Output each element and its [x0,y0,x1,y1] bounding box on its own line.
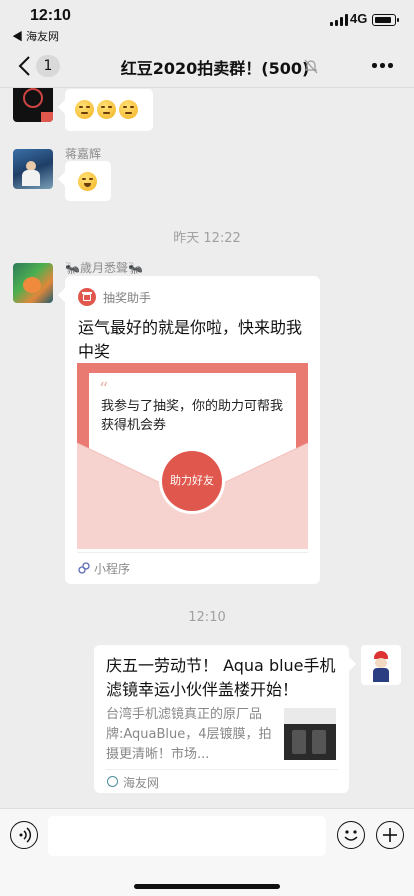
message-timestamp: 12:10 [188,610,226,625]
back-to-app-link[interactable]: ◀ 海友网 [12,28,59,44]
sleepy-face-icon [75,100,94,119]
unread-count-badge[interactable]: 1 [36,55,60,77]
status-bar: 12:10 ◀ 海友网 4G [0,0,414,44]
emoji-picker-icon[interactable] [337,821,365,849]
mini-program-icon [78,562,90,574]
chat-input-bar [0,808,414,896]
mute-bell-icon [304,59,318,74]
sender-name: 🐜歲月悉聲🐜 [65,261,143,275]
mini-program-text: 运气最好的就是你啦，快来助我中奖 [78,318,303,361]
emoji-message-bubble[interactable] [65,161,111,201]
network-type: 4G [350,11,368,26]
back-arrow-icon[interactable] [14,54,38,78]
message-input[interactable] [48,816,326,856]
link-source: 海友网 [123,776,160,790]
laughing-tears-icon [78,172,97,191]
status-time: 12:10 [30,7,71,24]
avatar[interactable] [13,263,53,303]
divider [77,552,308,553]
sleepy-face-icon [97,100,116,119]
envelope-letter-text: 我参与了抽奖，你的助力可帮我获得机会券 [101,399,284,433]
link-title: 庆五一劳动节！ Aqua blue手机滤镜幸运小伙伴盖楼开始！ [106,656,336,699]
home-indicator[interactable] [134,884,280,889]
voice-input-icon[interactable] [10,821,38,849]
mini-program-app-name: 抽奖助手 [103,291,152,305]
gift-icon [78,288,96,306]
more-options-icon[interactable] [372,63,393,69]
more-functions-plus-icon[interactable] [376,821,404,849]
link-thumbnail [284,708,336,760]
chat-header: 1 红豆2020拍卖群！(500) [0,44,414,88]
message-timestamp: 昨天 12:22 [173,231,241,246]
signal-icon [330,14,348,26]
divider [106,769,338,770]
link-share-card[interactable]: 庆五一劳动节！ Aqua blue手机滤镜幸运小伙伴盖楼开始！ 台湾手机滤镜真正… [94,645,349,793]
battery-icon [372,14,399,26]
sleepy-face-icon [119,100,138,119]
avatar[interactable] [13,149,53,189]
chat-title: 红豆2020拍卖群！(500) [120,59,310,78]
sender-name: 蒋嘉辉 [65,147,102,161]
mini-program-label: 小程序 [94,562,131,576]
lottery-envelope-image: “ 我参与了抽奖，你的助力可帮我获得机会券 助力好友 [77,363,308,549]
chat-message-list[interactable]: 蒋嘉辉 昨天 12:22 🐜歲月悉聲🐜 抽奖助手 运气最好的就是你啦，快来助我中… [0,88,414,808]
avatar[interactable] [361,645,401,685]
help-friend-button[interactable]: 助力好友 [162,451,222,511]
emoji-message-bubble[interactable] [65,89,153,131]
mini-program-card[interactable]: 抽奖助手 运气最好的就是你啦，快来助我中奖 “ 我参与了抽奖，你的助力可帮我获得… [65,276,320,584]
source-logo-icon [107,776,118,787]
link-description: 台湾手机滤镜真正的原厂品牌:AquaBlue，4层镀膜，拍摄更清晰！市场... [106,707,272,762]
avatar[interactable] [13,88,53,122]
